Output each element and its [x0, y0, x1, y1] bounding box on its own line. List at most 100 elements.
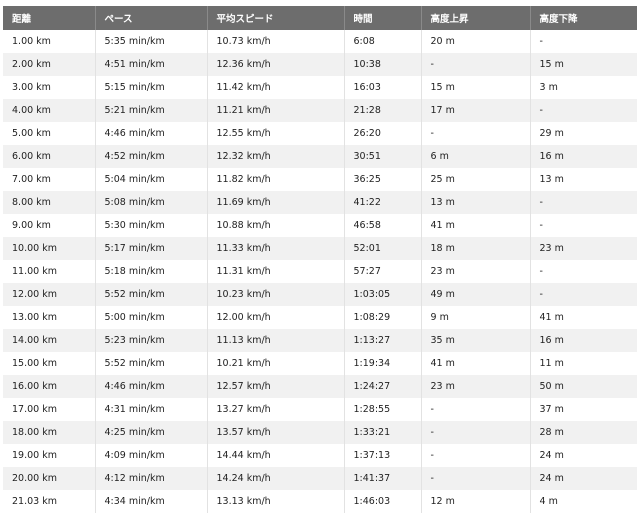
cell-time: 1:19:34	[344, 352, 422, 375]
cell-average-speed: 11.42 km/h	[207, 76, 345, 99]
cell-pace: 5:15 min/km	[95, 76, 208, 99]
cell-time: 1:03:05	[344, 283, 422, 306]
table-row: 3.00 km 5:15 min/km 11.42 km/h 16:03 15 m3 m	[3, 76, 637, 99]
cell-distance: 12.00 km	[3, 283, 96, 306]
cell-distance: 9.00 km	[3, 214, 96, 237]
cell-elevation-gain: -	[421, 53, 531, 76]
cell-elevation-gain: 25 m	[421, 168, 531, 191]
cell-distance: 10.00 km	[3, 237, 96, 260]
cell-pace: 5:18 min/km	[95, 260, 208, 283]
cell-elevation-gain: 49 m	[421, 283, 531, 306]
table-row: 4.00 km 5:21 min/km 11.21 km/h 21:28 17 m-	[3, 99, 637, 122]
column-header-average-speed[interactable]: 平均スピード	[207, 6, 345, 30]
cell-time: 1:33:21	[344, 421, 422, 444]
cell-pace: 4:51 min/km	[95, 53, 208, 76]
column-header-elevation-loss[interactable]: 高度下降	[530, 6, 637, 30]
cell-pace: 4:12 min/km	[95, 467, 208, 490]
table-row: 5.00 km 4:46 min/km 12.55 km/h 26:20-29 m	[3, 122, 637, 145]
cell-average-speed: 10.88 km/h	[207, 214, 345, 237]
cell-average-speed: 12.57 km/h	[207, 375, 345, 398]
cell-time: 21:28	[344, 99, 422, 122]
cell-elevation-gain: -	[421, 467, 531, 490]
cell-time: 1:37:13	[344, 444, 422, 467]
cell-average-speed: 12.55 km/h	[207, 122, 345, 145]
cell-average-speed: 13.27 km/h	[207, 398, 345, 421]
splits-table-header: 距離 ペース 平均スピード 時間 高度上昇 高度下降	[3, 6, 637, 30]
cell-elevation-loss: -	[530, 99, 637, 122]
cell-average-speed: 11.33 km/h	[207, 237, 345, 260]
cell-distance: 20.00 km	[3, 467, 96, 490]
table-row: 19.00 km 4:09 min/km 14.44 km/h 1:37:13-24 …	[3, 444, 637, 467]
column-header-pace[interactable]: ペース	[95, 6, 208, 30]
table-row: 2.00 km 4:51 min/km 12.36 km/h 10:38-15 m	[3, 53, 637, 76]
cell-average-speed: 14.24 km/h	[207, 467, 345, 490]
table-row: 12.00 km 5:52 min/km 10.23 km/h 1:03:05 49 m…	[3, 283, 637, 306]
cell-elevation-loss: 24 m	[530, 467, 637, 490]
cell-time: 1:41:37	[344, 467, 422, 490]
cell-elevation-loss: 11 m	[530, 352, 637, 375]
table-row: 6.00 km 4:52 min/km 12.32 km/h 30:51 6 m 16 m	[3, 145, 637, 168]
table-row: 9.00 km 5:30 min/km 10.88 km/h 46:58 41 m-	[3, 214, 637, 237]
cell-average-speed: 12.36 km/h	[207, 53, 345, 76]
cell-elevation-loss: 16 m	[530, 329, 637, 352]
cell-pace: 5:30 min/km	[95, 214, 208, 237]
cell-pace: 4:31 min/km	[95, 398, 208, 421]
cell-pace: 5:00 min/km	[95, 306, 208, 329]
cell-distance: 7.00 km	[3, 168, 96, 191]
table-row: 20.00 km 4:12 min/km 14.24 km/h 1:41:37-24 …	[3, 467, 637, 490]
cell-average-speed: 13.57 km/h	[207, 421, 345, 444]
cell-average-speed: 11.69 km/h	[207, 191, 345, 214]
cell-pace: 4:46 min/km	[95, 122, 208, 145]
cell-elevation-gain: -	[421, 444, 531, 467]
cell-distance: 19.00 km	[3, 444, 96, 467]
table-row: 7.00 km 5:04 min/km 11.82 km/h 36:25 25 m 13 …	[3, 168, 637, 191]
column-header-elevation-gain[interactable]: 高度上昇	[421, 6, 531, 30]
cell-elevation-loss: -	[530, 214, 637, 237]
cell-elevation-gain: 20 m	[421, 30, 531, 53]
cell-elevation-gain: 15 m	[421, 76, 531, 99]
table-row: 11.00 km 5:18 min/km 11.31 km/h 57:27 23 m-	[3, 260, 637, 283]
cell-average-speed: 10.73 km/h	[207, 30, 345, 53]
cell-elevation-gain: 13 m	[421, 191, 531, 214]
cell-distance: 13.00 km	[3, 306, 96, 329]
cell-average-speed: 12.00 km/h	[207, 306, 345, 329]
cell-average-speed: 14.44 km/h	[207, 444, 345, 467]
table-row: 16.00 km 4:46 min/km 12.57 km/h 1:24:27 23 m…	[3, 375, 637, 398]
cell-time: 46:58	[344, 214, 422, 237]
cell-average-speed: 11.13 km/h	[207, 329, 345, 352]
cell-time: 30:51	[344, 145, 422, 168]
cell-elevation-gain: 18 m	[421, 237, 531, 260]
cell-average-speed: 10.21 km/h	[207, 352, 345, 375]
cell-elevation-gain: 41 m	[421, 214, 531, 237]
cell-elevation-gain: 23 m	[421, 260, 531, 283]
cell-distance: 16.00 km	[3, 375, 96, 398]
cell-elevation-gain: 6 m	[421, 145, 531, 168]
cell-elevation-loss: 50 m	[530, 375, 637, 398]
cell-elevation-gain: 23 m	[421, 375, 531, 398]
cell-elevation-gain: -	[421, 398, 531, 421]
table-row: 15.00 km 5:52 min/km 10.21 km/h 1:19:34 41 m…	[3, 352, 637, 375]
cell-pace: 4:25 min/km	[95, 421, 208, 444]
cell-elevation-loss: 16 m	[530, 145, 637, 168]
column-header-distance[interactable]: 距離	[3, 6, 96, 30]
splits-table: 距離 ペース 平均スピード 時間 高度上昇 高度下降 1.00 km 5:35 m…	[3, 6, 637, 513]
cell-distance: 21.03 km	[3, 490, 96, 513]
cell-pace: 5:52 min/km	[95, 283, 208, 306]
cell-distance: 6.00 km	[3, 145, 96, 168]
cell-pace: 4:34 min/km	[95, 490, 208, 513]
table-row: 1.00 km 5:35 min/km 10.73 km/h 6:08 20 m-	[3, 30, 637, 53]
splits-view: 距離 ペース 平均スピード 時間 高度上昇 高度下降 1.00 km 5:35 m…	[0, 0, 640, 520]
cell-elevation-loss: 23 m	[530, 237, 637, 260]
cell-time: 36:25	[344, 168, 422, 191]
table-row: 10.00 km 5:17 min/km 11.33 km/h 52:01 18 m 23…	[3, 237, 637, 260]
cell-distance: 14.00 km	[3, 329, 96, 352]
cell-distance: 8.00 km	[3, 191, 96, 214]
cell-elevation-loss: 24 m	[530, 444, 637, 467]
cell-average-speed: 11.21 km/h	[207, 99, 345, 122]
cell-average-speed: 10.23 km/h	[207, 283, 345, 306]
cell-pace: 4:46 min/km	[95, 375, 208, 398]
cell-elevation-gain: 41 m	[421, 352, 531, 375]
cell-distance: 1.00 km	[3, 30, 96, 53]
cell-elevation-gain: 9 m	[421, 306, 531, 329]
column-header-time[interactable]: 時間	[344, 6, 422, 30]
